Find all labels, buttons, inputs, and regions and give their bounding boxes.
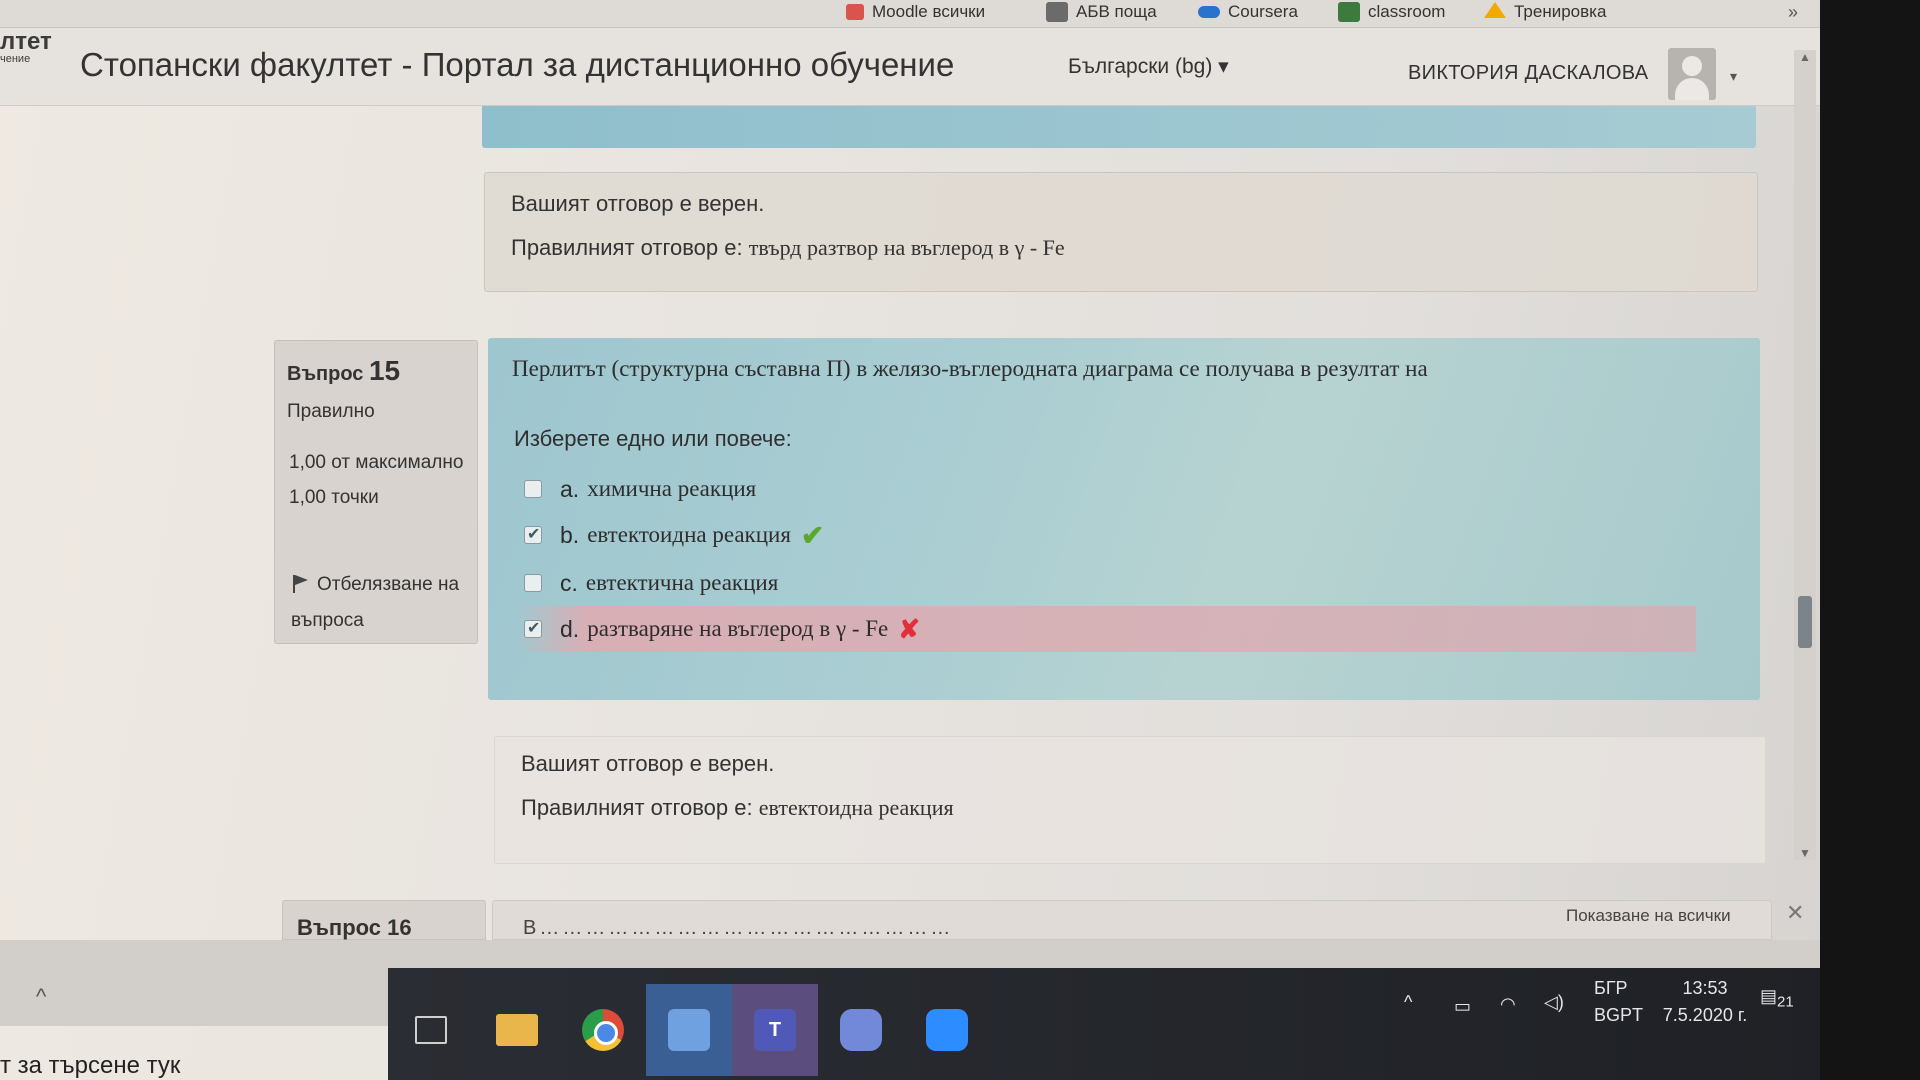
previous-question-feedback: Вашият отговор е верен. Правилният отгов… [484, 172, 1758, 292]
user-menu-caret-icon[interactable]: ▾ [1730, 68, 1737, 85]
correct-check-icon: ✔ [800, 519, 825, 551]
avatar[interactable] [1668, 48, 1716, 100]
question-grade: 1,00 от максимално 1,00 точки [289, 452, 464, 508]
incorrect-cross-icon: ✘ [898, 613, 921, 644]
moodle-icon [846, 4, 864, 20]
zoom-icon[interactable] [904, 984, 990, 1076]
bookmark-classroom[interactable]: classroom [1338, 2, 1445, 22]
flag-icon [291, 573, 309, 593]
drive-icon [1484, 2, 1506, 18]
question-number: Въпрос 15 [287, 355, 401, 386]
question-state: Правилно [287, 401, 375, 422]
flag-question-link[interactable]: Отбелязване на въпроса [291, 567, 471, 639]
feedback-result: Вашият отговор е верен. [521, 751, 775, 776]
calendar-icon[interactable] [646, 984, 732, 1076]
page-scrollbar[interactable]: ▲ ▼ [1794, 50, 1816, 860]
show-all-downloads-link[interactable]: Показване на всички [1566, 906, 1731, 926]
teams-icon[interactable]: T [732, 984, 818, 1076]
language-menu[interactable]: Български (bg) ▾ [1068, 54, 1229, 79]
bookmark-coursera[interactable]: Coursera [1198, 2, 1298, 22]
coursera-icon [1198, 6, 1220, 18]
scroll-down-icon[interactable]: ▼ [1799, 846, 1811, 860]
chevron-up-icon[interactable]: ^ [36, 984, 46, 1010]
monitor-bezel [1820, 0, 1920, 1080]
notifications-icon[interactable]: ▤21 [1760, 986, 1794, 1080]
checkbox[interactable] [524, 524, 542, 544]
previous-question-bottom [482, 106, 1756, 148]
user-name[interactable]: ВИКТОРИЯ ДАСКАЛОВА [1408, 62, 1648, 85]
question-feedback: Вашият отговор е верен. Правилният отгов… [494, 736, 1766, 864]
mail-icon [1046, 2, 1068, 22]
checkbox[interactable] [524, 480, 542, 498]
site-header: лтет чение Стопански факултет - Портал з… [0, 28, 1820, 106]
feedback-result: Вашият отговор е верен. [511, 191, 765, 216]
site-title[interactable]: Стопански факултет - Портал за дистанцио… [80, 46, 954, 84]
task-view-icon[interactable] [388, 984, 474, 1076]
scroll-thumb[interactable] [1798, 596, 1812, 648]
next-question-info: Въпрос 16 [282, 900, 486, 940]
answer-option-a[interactable]: a. химична реакция [516, 466, 1696, 512]
answer-option-c[interactable]: c. евтектична реакция [516, 560, 1696, 606]
chrome-icon[interactable] [560, 984, 646, 1076]
checkbox[interactable] [524, 574, 542, 592]
taskbar: T ^ ▭ ◠ ◁) БГР BGPT 13:53 7.5.2020 г. ▤2… [388, 968, 1820, 1080]
wifi-icon[interactable]: ◠ [1500, 994, 1516, 1080]
discord-icon[interactable] [818, 984, 904, 1076]
bookmark-mail[interactable]: АБВ поща [1046, 2, 1157, 22]
clock[interactable]: 13:53 7.5.2020 г. [1660, 978, 1750, 1080]
question-info: Въпрос 15 Правилно 1,00 от максимално 1,… [274, 340, 478, 644]
classroom-icon [1338, 2, 1360, 22]
bookmarks-more-button[interactable]: » [1788, 2, 1798, 23]
answer-option-b[interactable]: b. евтектоидна реакция ✔ [516, 512, 1696, 558]
bookmarks-bar: Moodle всички АБВ поща Coursera classroo… [0, 0, 1820, 28]
answer-prompt: Изберете едно или повече: [514, 426, 792, 451]
screen: Moodle всички АБВ поща Coursera classroo… [0, 0, 1820, 1080]
scroll-up-icon[interactable]: ▲ [1799, 50, 1811, 64]
close-downloads-button[interactable]: ✕ [1786, 900, 1804, 926]
answer-option-d[interactable]: d. разтваряне на въглерод в γ - Fe ✘ [516, 606, 1696, 652]
feedback-right-answer: Правилният отговор е: евтектоидна реакци… [521, 795, 954, 820]
volume-icon[interactable]: ◁) [1544, 992, 1564, 1080]
bookmark-training[interactable]: Тренировка [1484, 2, 1606, 22]
site-logo[interactable]: лтет чение [0, 28, 62, 65]
bookmark-moodle[interactable]: Moodle всички [846, 2, 985, 22]
feedback-right-answer: Правилният отговор е: твърд разтвор на в… [511, 235, 1065, 260]
question-content: Перлитът (структурна съставна П) в желяз… [488, 338, 1760, 700]
file-explorer-icon[interactable] [474, 984, 560, 1076]
battery-icon[interactable]: ▭ [1454, 996, 1471, 1080]
checkbox[interactable] [524, 618, 542, 638]
tray-chevron-icon[interactable]: ^ [1404, 992, 1412, 1080]
language-indicator[interactable]: БГР BGPT [1594, 978, 1643, 1080]
taskbar-search-box[interactable]: т за търсене тук [0, 1052, 180, 1080]
question-text: Перлитът (структурна съставна П) в желяз… [512, 356, 1428, 381]
